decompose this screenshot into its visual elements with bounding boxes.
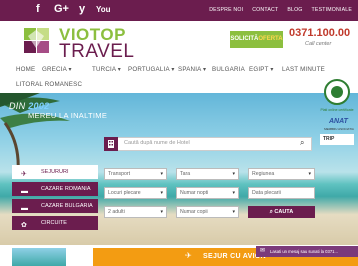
bed-icon: ▬ [21, 188, 28, 195]
hero-subtitle: MEREU LA INALTIME [28, 111, 108, 120]
region-select[interactable]: Regiunea ▾ [248, 168, 315, 180]
sidebar-item-cazare-bulgaria[interactable]: ▬ CAZARE BULGARIA [12, 199, 98, 213]
shield-icon [331, 86, 343, 98]
adults-select[interactable]: 2 adulti ▾ [104, 206, 167, 218]
nav-home[interactable]: HOME [16, 66, 35, 73]
chevron-down-icon: ▾ [160, 190, 163, 196]
link-testimoniale[interactable]: TESTIMONIALE [312, 7, 352, 13]
nav-grecia[interactable]: GRECIA ▾ [42, 66, 72, 73]
link-despre-noi[interactable]: DESPRE NOI [209, 7, 243, 13]
chat-widget[interactable]: ✉ Lasati un mesaj sau sunati la 0371... [256, 246, 358, 257]
hotel-icon [104, 137, 118, 151]
request-offer-button[interactable]: SOLICITĂOFERTA [230, 31, 283, 48]
nav-turcia[interactable]: TURCIA ▾ [92, 66, 121, 73]
nav-egipt[interactable]: EGIPT ▾ [249, 66, 274, 73]
hero-title: DIN 2002 [9, 101, 49, 111]
chevron-down-icon: ▾ [232, 190, 235, 196]
nav-spania[interactable]: SPANIA ▾ [178, 66, 206, 73]
main-nav: HOME GRECIA ▾ TURCIA ▾ PORTUGALIA ▾ SPAN… [0, 61, 358, 93]
chevron-down-icon: ▾ [308, 171, 311, 177]
nav-bulgaria[interactable]: BULGARIA [212, 66, 245, 73]
hero-title-prefix: DIN [9, 101, 26, 111]
call-center-label: Call center [305, 41, 332, 47]
logo-icon[interactable] [22, 26, 52, 56]
google-plus-icon[interactable]: G+ [54, 3, 69, 15]
sidebar-item-label: CAZARE BULGARIA [41, 203, 93, 209]
date-field[interactable]: Data plecarii [248, 187, 315, 199]
twitter-icon[interactable]: y [79, 3, 85, 15]
site-header: VIOTOP TRAVEL SOLICITĂOFERTA 0371.100.00… [0, 21, 358, 63]
nav-last-minute[interactable]: LAST MINUTE [282, 66, 325, 73]
search-panel: ✈ SEJURURI ▬ CAZARE ROMANIA ▬ CAZARE BUL… [0, 165, 358, 245]
offer-word1: SOLICITĂ [230, 36, 259, 42]
nav-litoral[interactable]: LITORAL ROMANESC [16, 81, 82, 88]
link-contact[interactable]: CONTACT [252, 7, 278, 13]
nav-portugalia[interactable]: PORTUGALIA ▾ [128, 66, 175, 73]
plane-icon: ✈ [21, 171, 27, 178]
chevron-down-icon: ▾ [160, 209, 163, 215]
sidebar-item-label: SEJURURI [41, 169, 69, 175]
link-blog[interactable]: BLOG [287, 7, 302, 13]
anat-caption: MEMBRU ASOCIATIA [324, 127, 354, 131]
date-value: Data plecarii [252, 190, 281, 196]
logo-text-travel[interactable]: TRAVEL [59, 41, 135, 63]
sidebar-item-cazare-romania[interactable]: ▬ CAZARE ROMANIA [12, 182, 98, 196]
plane-icon: ✈ [185, 251, 192, 260]
departure-select[interactable]: Locuri plecare ▾ [104, 187, 167, 199]
hero-banner: DIN 2002 MEREU LA INALTIME Caută după nu… [0, 93, 358, 245]
chevron-down-icon: ▾ [160, 171, 163, 177]
chat-text: Lasati un mesaj sau sunati la 0371... [270, 249, 338, 254]
facebook-icon[interactable]: f [36, 3, 40, 15]
sidebar-item-label: CAZARE ROMANIA [41, 186, 91, 192]
nights-select[interactable]: Numar nopti ▾ [176, 187, 239, 199]
sidebar-item-circuite[interactable]: ✿ CIRCUITE [12, 216, 98, 230]
transport-select[interactable]: Transport ▾ [104, 168, 167, 180]
transport-value: Transport [108, 171, 131, 177]
children-value: Numar copii [180, 209, 208, 215]
tripadvisor-badge[interactable]: TRIP [320, 134, 354, 145]
phone-number[interactable]: 0371.100.00 [289, 27, 350, 39]
secure-payment-badge[interactable] [324, 79, 350, 105]
secure-payment-caption: Plati online certificate [320, 108, 354, 112]
top-links: DESPRE NOI CONTACT BLOG TESTIMONIALE [209, 7, 352, 13]
top-bar: f G+ y You DESPRE NOI CONTACT BLOG TESTI… [0, 0, 358, 21]
bed-icon: ▬ [21, 205, 28, 212]
region-value: Regiunea [252, 171, 275, 177]
chevron-down-icon: ▾ [232, 171, 235, 177]
sidebar-item-label: CIRCUITE [41, 220, 67, 226]
chevron-down-icon: ▾ [232, 209, 235, 215]
search-button[interactable]: ⌕ CAUTA [248, 206, 315, 218]
search-icon[interactable]: ⌕ [300, 138, 304, 148]
chat-icon: ✉ [260, 248, 266, 254]
tripadvisor-label: TRIP [323, 136, 335, 142]
adults-value: 2 adulti [108, 209, 125, 215]
youtube-icon[interactable]: You [96, 5, 111, 14]
departure-value: Locuri plecare [108, 190, 141, 196]
anat-logo[interactable]: ANAT [329, 118, 348, 125]
sidebar-item-sejururi[interactable]: ✈ SEJURURI [12, 165, 98, 179]
country-value: Tara [180, 171, 191, 177]
offer-word2: OFERTA [258, 36, 283, 42]
children-select[interactable]: Numar copii ▾ [176, 206, 239, 218]
hotel-search-placeholder: Caută după nume de Hotel [124, 140, 190, 146]
nights-value: Numar nopti [180, 190, 209, 196]
hero-title-year: 2002 [28, 101, 50, 111]
flower-icon: ✿ [21, 222, 27, 229]
promo-thumbnail[interactable] [12, 248, 66, 266]
country-select[interactable]: Tara ▾ [176, 168, 239, 180]
search-button-label: CAUTA [274, 209, 294, 215]
